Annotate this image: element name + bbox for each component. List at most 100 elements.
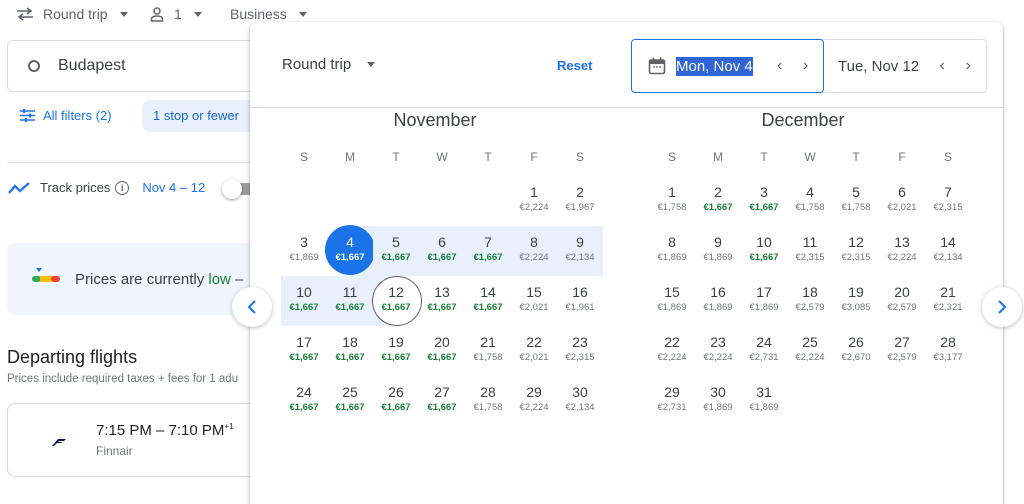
day-number: 7 (484, 234, 492, 250)
calendar-day[interactable]: 19 €1,667 (373, 326, 419, 376)
calendar-day[interactable]: 28 €1,758 (465, 376, 511, 426)
all-filters-button[interactable]: All filters (2) (20, 108, 112, 123)
calendar-day[interactable]: 13 €1,667 (419, 276, 465, 326)
day-number: 17 (756, 284, 772, 300)
reset-button[interactable]: Reset (557, 58, 592, 73)
calendar-day[interactable]: 16 €1,869 (695, 276, 741, 326)
day-number: 2 (714, 184, 722, 200)
day-price: €2,224 (519, 202, 549, 213)
calendar-day[interactable]: 13 €2,224 (879, 226, 925, 276)
return-next-day-button[interactable]: › (955, 57, 981, 75)
passengers-select[interactable]: 1 (150, 6, 202, 22)
calendar-day[interactable]: 15 €2,021 (511, 276, 557, 326)
calendar-day[interactable]: 2 €1,967 (557, 176, 603, 226)
day-price: €1,869 (289, 252, 319, 263)
calendar-day[interactable]: 1 €1,758 (649, 176, 695, 226)
calendar-day[interactable]: 30 €1,869 (695, 376, 741, 426)
calendar-day[interactable]: 11 €2,315 (787, 226, 833, 276)
calendar-day[interactable]: 17 €1,667 (281, 326, 327, 376)
calendar-day[interactable]: 25 €2,224 (787, 326, 833, 376)
flight-times: 7:15 PM – 7:10 PM+1 (96, 422, 234, 439)
calendar-day[interactable]: 10 €1,667 (741, 226, 787, 276)
calendar-day[interactable]: 6 €1,667 (419, 226, 465, 276)
calendar-day[interactable]: 24 €2,731 (741, 326, 787, 376)
calendar-day[interactable]: 27 €2,579 (879, 326, 925, 376)
calendar-day[interactable]: 23 €2,315 (557, 326, 603, 376)
departure-date-input[interactable]: Mon, Nov 4 ‹ › (631, 39, 824, 93)
day-price: €1,667 (289, 402, 319, 413)
calendar-day[interactable]: 30 €2,134 (557, 376, 603, 426)
calendar-day[interactable]: 18 €2,579 (787, 276, 833, 326)
calendar-day[interactable]: 15 €1,869 (649, 276, 695, 326)
calendar-day[interactable]: 10 €1,667 (281, 276, 327, 326)
info-icon[interactable]: i (115, 180, 130, 195)
calendar-day[interactable]: 7 €1,667 (465, 226, 511, 276)
calendar-day[interactable]: 17 €1,869 (741, 276, 787, 326)
calendar-day[interactable]: 24 €1,667 (281, 376, 327, 426)
previous-month-button[interactable] (232, 287, 272, 327)
day-number: 22 (526, 334, 542, 350)
calendar-day[interactable]: 9 €2,134 (557, 226, 603, 276)
calendar-day[interactable]: 14 €1,667 (465, 276, 511, 326)
calendar-day[interactable]: 1 €2,224 (511, 176, 557, 226)
day-number: 6 (898, 184, 906, 200)
return-date-input[interactable]: Tue, Nov 12 ‹ › (838, 40, 981, 92)
calendar-day[interactable]: 21 €1,758 (465, 326, 511, 376)
calendar-day[interactable]: 21 €2,321 (925, 276, 971, 326)
calendar-day[interactable]: 19 €3,085 (833, 276, 879, 326)
calendar-day[interactable]: 18 €1,667 (327, 326, 373, 376)
day-price: €1,667 (381, 402, 411, 413)
trip-type-select[interactable]: Round trip (16, 6, 128, 22)
departure-prev-day-button[interactable]: ‹ (767, 57, 793, 75)
calendar-day[interactable]: 29 €2,731 (649, 376, 695, 426)
calendar-day[interactable]: 3 €1,667 (741, 176, 787, 226)
day-price: €2,731 (749, 352, 779, 363)
return-prev-day-button[interactable]: ‹ (929, 57, 955, 75)
next-month-button[interactable] (982, 287, 1022, 327)
calendar-day[interactable]: 20 €1,667 (419, 326, 465, 376)
calendar-day[interactable]: 6 €2,021 (879, 176, 925, 226)
day-price: €1,667 (381, 252, 411, 263)
calendar-day[interactable]: 12 €1,667 (372, 276, 422, 326)
day-price: €1,667 (289, 352, 319, 363)
day-number: 7 (944, 184, 952, 200)
calendar-day[interactable]: 4 €1,667 (325, 225, 375, 276)
calendar-day[interactable]: 28 €3,177 (925, 326, 971, 376)
day-price: €1,667 (703, 202, 733, 213)
calendar-day[interactable]: 4 €1,758 (787, 176, 833, 226)
calendar-day[interactable]: 9 €1,869 (695, 226, 741, 276)
calendar-day[interactable]: 29 €2,224 (511, 376, 557, 426)
calendar-day[interactable]: 22 €2,224 (649, 326, 695, 376)
day-number: 4 (346, 234, 354, 250)
calendar-day[interactable]: 26 €1,667 (373, 376, 419, 426)
calendar-day[interactable]: 31 €1,869 (741, 376, 787, 426)
toggle-knob (222, 179, 242, 199)
calendar-day[interactable]: 26 €2,670 (833, 326, 879, 376)
calendar-day[interactable]: 22 €2,021 (511, 326, 557, 376)
calendar-day[interactable]: 14 €2,134 (925, 226, 971, 276)
calendar-day[interactable]: 11 €1,667 (327, 276, 373, 326)
calendar-day[interactable]: 20 €2,579 (879, 276, 925, 326)
flight-airline: Finnair (96, 444, 133, 458)
calendar-day[interactable]: 5 €1,667 (373, 226, 419, 276)
chevron-down-icon (119, 11, 128, 17)
day-price: €1,667 (335, 402, 365, 413)
weekday-label: S (575, 150, 584, 164)
calendar-day[interactable]: 16 €1,961 (557, 276, 603, 326)
calendar-day[interactable]: 7 €2,315 (925, 176, 971, 226)
departure-next-day-button[interactable]: › (793, 57, 819, 75)
calendar-day[interactable]: 5 €1,758 (833, 176, 879, 226)
calendar-day[interactable]: 23 €2,224 (695, 326, 741, 376)
calendar-day[interactable]: 3 €1,869 (281, 226, 327, 276)
calendar-day[interactable]: 8 €2,224 (511, 226, 557, 276)
day-price: €2,579 (887, 352, 917, 363)
cabin-class-select[interactable]: Business (230, 6, 307, 22)
dialog-trip-type-select[interactable]: Round trip (282, 56, 376, 73)
calendar-day[interactable]: 2 €1,667 (695, 176, 741, 226)
calendar-day[interactable]: 8 €1,869 (649, 226, 695, 276)
insight-prefix: Prices are currently (75, 271, 209, 288)
calendar-day[interactable]: 27 €1,667 (419, 376, 465, 426)
calendar-day[interactable]: 12 €2,315 (833, 226, 879, 276)
day-number: 3 (300, 234, 308, 250)
calendar-day[interactable]: 25 €1,667 (327, 376, 373, 426)
